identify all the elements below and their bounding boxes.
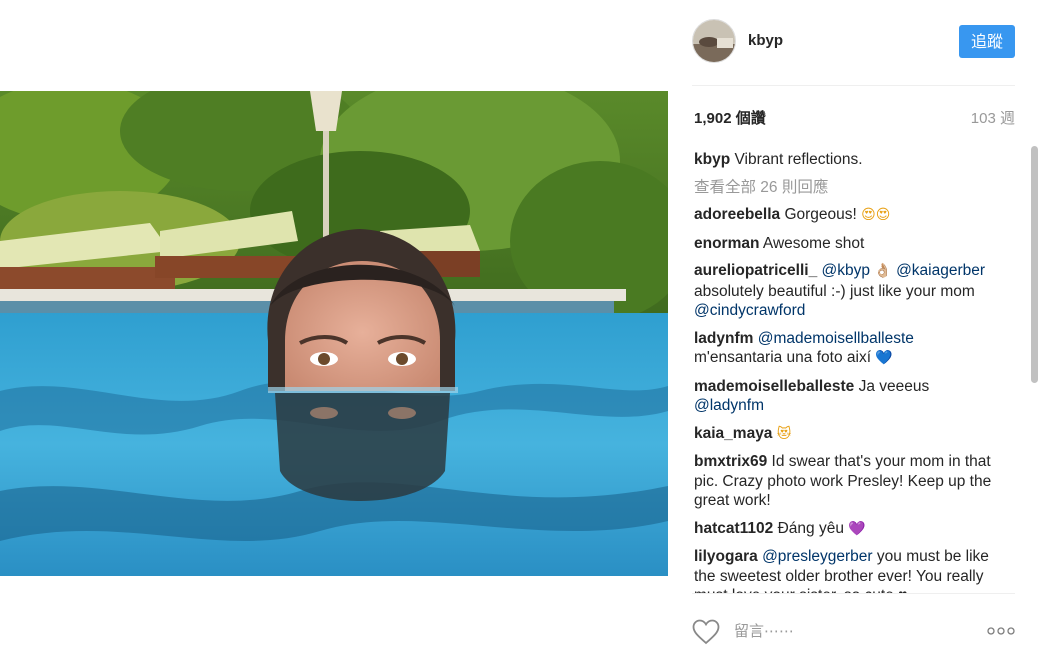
comment-item: enorman Awesome shot bbox=[694, 234, 1002, 254]
mention-link[interactable]: @kbyp bbox=[822, 262, 870, 279]
comment-text: Đáng yêu bbox=[777, 519, 844, 537]
purple-heart-emoji-icon: 💜 bbox=[848, 520, 866, 537]
comment-item: mademoiselleballeste Ja veeeus @ladynfm bbox=[694, 377, 1002, 416]
comment-text: absolutely beautiful :-) just like your … bbox=[694, 282, 975, 300]
mention-link[interactable]: @kaiagerber bbox=[896, 262, 985, 279]
blue-heart-emoji-icon: 💙 bbox=[875, 350, 893, 366]
like-count[interactable]: 1,902 個讚 bbox=[694, 107, 766, 128]
comment-username[interactable]: mademoiselleballeste bbox=[694, 378, 854, 395]
comment-username[interactable]: bmxtrix69 bbox=[694, 453, 767, 470]
comment-username[interactable]: ladynfm bbox=[694, 330, 753, 347]
more-options-icon[interactable] bbox=[987, 626, 1015, 636]
caption-text: Vibrant reflections. bbox=[734, 151, 863, 168]
mention-link[interactable]: @presleygerber bbox=[762, 548, 873, 565]
comment-item: ladynfm @mademoisellballeste m'ensantari… bbox=[694, 329, 1002, 369]
comment-item: aureliopatricelli_ @kbyp 👌🏼 @kaiagerber … bbox=[694, 261, 1002, 321]
comments-scrollbar[interactable] bbox=[1028, 146, 1040, 593]
heart-eyes-emoji-icon: 😍 bbox=[861, 207, 876, 223]
view-all-comments-link[interactable]: 查看全部 26 則回應 bbox=[694, 178, 1002, 198]
post-photo[interactable] bbox=[0, 91, 668, 576]
comment-item: lilyogara @presleygerber you must be lik… bbox=[694, 547, 1002, 594]
mention-link[interactable]: @mademoisellballeste bbox=[758, 330, 914, 347]
comment-text: Ja veeeus bbox=[858, 377, 930, 395]
mention-link[interactable]: @ladynfm bbox=[694, 397, 764, 414]
pool-portrait-image bbox=[0, 91, 668, 576]
post-footer bbox=[692, 593, 1015, 668]
profile-avatar[interactable] bbox=[692, 19, 736, 63]
comment-item: bmxtrix69 Id swear that's your mom in th… bbox=[694, 452, 1002, 511]
comment-username[interactable]: aureliopatricelli_ bbox=[694, 262, 817, 279]
comment-text: m'ensantaria una foto així bbox=[694, 349, 872, 366]
post-age[interactable]: 103 週 bbox=[971, 107, 1015, 128]
comment-username[interactable]: adoreebella bbox=[694, 206, 780, 223]
ok-hand-emoji-icon: 👌🏼 bbox=[874, 263, 892, 279]
mention-link[interactable]: @cindycrawford bbox=[694, 302, 805, 319]
comment-text: Gorgeous! bbox=[784, 206, 862, 223]
heart-eyes-emoji-icon: 😍 bbox=[875, 207, 891, 223]
comment-input[interactable] bbox=[734, 620, 964, 642]
scrollbar-thumb[interactable] bbox=[1031, 146, 1038, 383]
avatar-image bbox=[693, 20, 735, 62]
comment-username[interactable]: hatcat1102 bbox=[694, 520, 773, 537]
comment-item: kaia_maya 😻 bbox=[694, 424, 1002, 445]
post-author-username[interactable]: kbyp bbox=[748, 32, 783, 49]
caption: kbyp Vibrant reflections. bbox=[694, 150, 1002, 170]
comment-username[interactable]: enorman bbox=[694, 235, 759, 252]
caption-username[interactable]: kbyp bbox=[694, 151, 730, 168]
heart-outline-icon[interactable] bbox=[692, 619, 720, 645]
comments-list[interactable]: kbyp Vibrant reflections. 查看全部 26 則回應 ad… bbox=[694, 150, 1002, 594]
post-stats: 1,902 個讚 103 週 bbox=[692, 107, 1015, 129]
follow-button[interactable]: 追蹤 bbox=[959, 25, 1015, 58]
comment-text: Awesome shot bbox=[762, 234, 865, 252]
comment-username[interactable]: lilyogara bbox=[694, 548, 758, 565]
comment-item: hatcat1102 Đáng yêu 💜 bbox=[694, 519, 1002, 540]
comment-username[interactable]: kaia_maya bbox=[694, 425, 772, 442]
heart-eyes-cat-emoji-icon: 😻 bbox=[776, 425, 792, 442]
post-side-panel: kbyp 追蹤 1,902 個讚 103 週 kbyp Vibrant refl… bbox=[668, 0, 1040, 667]
post-header: kbyp 追蹤 bbox=[692, 19, 1015, 86]
comment-item: adoreebella Gorgeous! 😍😍 bbox=[694, 205, 1002, 226]
